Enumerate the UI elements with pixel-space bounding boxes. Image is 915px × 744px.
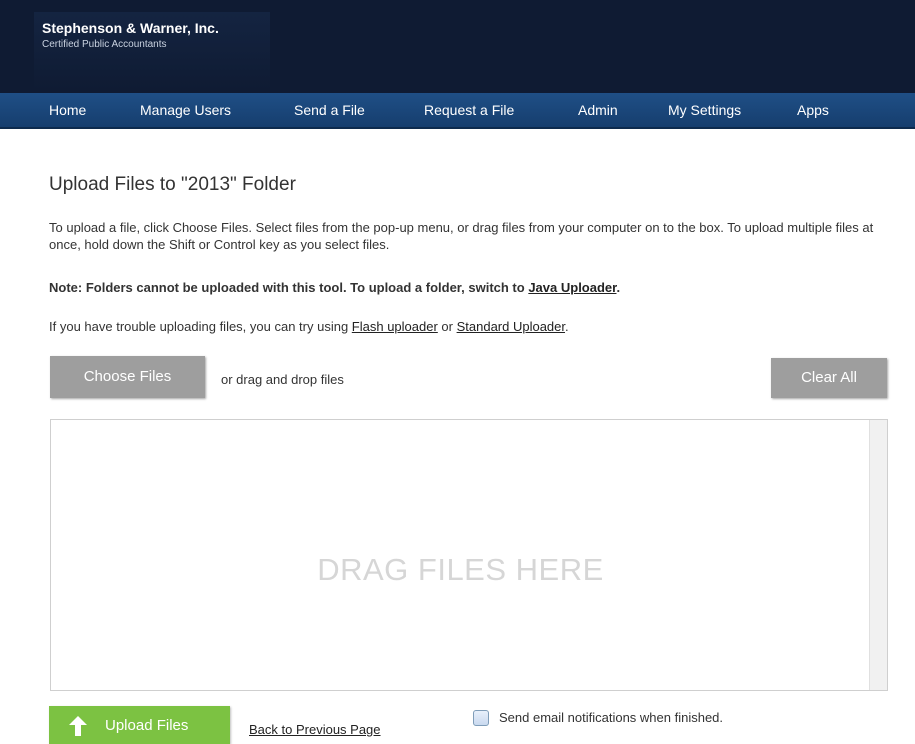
upload-files-button[interactable]: Upload Files <box>49 706 230 744</box>
file-dropzone[interactable]: DRAG FILES HERE <box>50 419 888 691</box>
folder-note: Note: Folders cannot be uploaded with th… <box>49 279 889 296</box>
clear-all-button[interactable]: Clear All <box>771 358 887 398</box>
trouble-note: If you have trouble uploading files, you… <box>49 318 889 335</box>
drag-drop-hint: or drag and drop files <box>221 372 344 387</box>
trouble-note-end: . <box>565 319 569 334</box>
java-uploader-link[interactable]: Java Uploader <box>528 280 616 295</box>
standard-uploader-link[interactable]: Standard Uploader <box>457 319 565 334</box>
nav-manage-users[interactable]: Manage Users <box>140 102 231 118</box>
nav-apps[interactable]: Apps <box>797 102 829 118</box>
company-name: Stephenson & Warner, Inc. <box>42 20 219 36</box>
flash-uploader-link[interactable]: Flash uploader <box>352 319 438 334</box>
back-to-previous-link[interactable]: Back to Previous Page <box>249 722 381 737</box>
folder-note-text: Note: Folders cannot be uploaded with th… <box>49 280 529 295</box>
upload-files-label: Upload Files <box>105 717 189 734</box>
email-notification-checkbox[interactable] <box>473 710 489 726</box>
page-title: Upload Files to "2013" Folder <box>49 174 296 195</box>
nav-request-a-file[interactable]: Request a File <box>424 102 514 118</box>
nav-admin[interactable]: Admin <box>578 102 618 118</box>
upload-instructions: To upload a file, click Choose Files. Se… <box>49 220 874 252</box>
trouble-note-text: If you have trouble uploading files, you… <box>49 319 352 334</box>
up-arrow-icon <box>69 716 87 736</box>
main-nav: Home Manage Users Send a File Request a … <box>0 93 915 129</box>
dropzone-text: DRAG FILES HERE <box>317 552 604 587</box>
dropzone-scrollbar[interactable] <box>869 420 887 690</box>
header-bar: Stephenson & Warner, Inc. Certified Publ… <box>0 0 915 93</box>
nav-home[interactable]: Home <box>49 102 86 118</box>
company-tagline: Certified Public Accountants <box>42 39 167 50</box>
nav-send-a-file[interactable]: Send a File <box>294 102 365 118</box>
folder-note-end: . <box>616 280 621 295</box>
email-notification-label: Send email notifications when finished. <box>499 710 724 725</box>
trouble-note-or: or <box>437 319 457 334</box>
nav-my-settings[interactable]: My Settings <box>668 102 741 118</box>
choose-files-button[interactable]: Choose Files <box>50 356 205 398</box>
